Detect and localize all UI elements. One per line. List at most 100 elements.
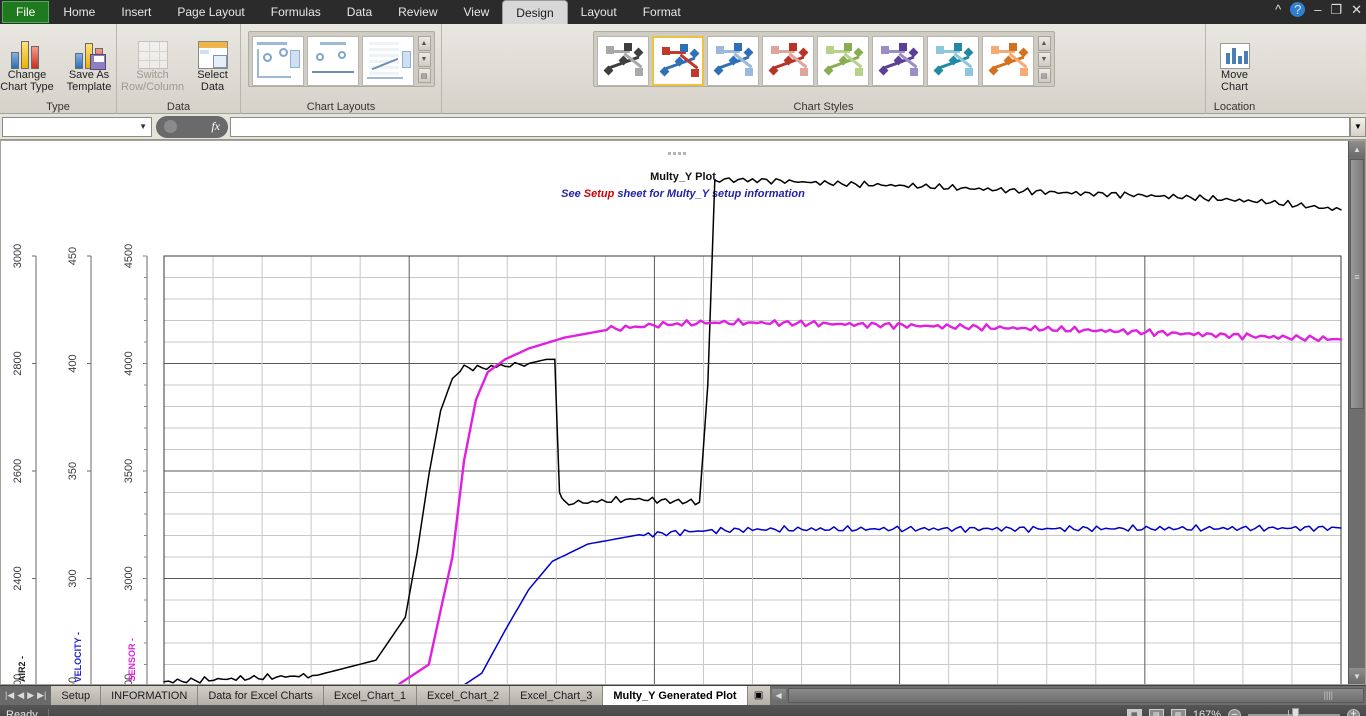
- sheet-tab-setup[interactable]: Setup: [51, 686, 102, 705]
- axis-tick-label: 4500: [123, 244, 135, 268]
- sheet-tab-label: Excel_Chart_1: [333, 689, 407, 702]
- chart-style-2[interactable]: [651, 36, 704, 86]
- formula-input[interactable]: [230, 116, 1350, 137]
- select-data-button[interactable]: Select Data: [188, 29, 238, 97]
- chart-styles-more-icon[interactable]: ▤: [1037, 68, 1051, 83]
- move-chart-button[interactable]: Move Chart: [1205, 29, 1265, 97]
- ribbon-group-chart-styles: ▲ ▼ ▤ Chart Styles: [441, 24, 1205, 114]
- insert-worksheet-icon[interactable]: ▣: [747, 686, 770, 705]
- chart-style-6[interactable]: [871, 36, 924, 86]
- chart-style-7[interactable]: [926, 36, 979, 86]
- axis-title-air2: AIR2 -: [17, 655, 27, 682]
- zoom-in-icon[interactable]: +: [1347, 708, 1360, 716]
- tab-view[interactable]: View: [451, 0, 503, 24]
- tab-layout[interactable]: Layout: [568, 0, 630, 24]
- tab-page-layout[interactable]: Page Layout: [164, 0, 257, 24]
- scroll-left-icon[interactable]: ◀: [771, 688, 786, 703]
- zoom-level[interactable]: 167%: [1193, 709, 1221, 716]
- chart-styles-scroll-up-icon[interactable]: ▲: [1037, 36, 1051, 51]
- vertical-scrollbar-thumb[interactable]: [1350, 159, 1364, 409]
- chart-style-5[interactable]: [816, 36, 869, 86]
- axis-tick-label: 2400: [12, 566, 24, 590]
- sheet-tab-information[interactable]: INFORMATION: [101, 686, 199, 705]
- switch-row-column-label-2: Row/Column: [121, 81, 184, 93]
- sheet-tab-excel-chart-3[interactable]: Excel_Chart_3: [510, 686, 604, 705]
- collapse-ribbon-icon[interactable]: ^: [1275, 3, 1281, 16]
- chart-style-3[interactable]: [706, 36, 759, 86]
- axis-tick-label: 4000: [123, 351, 135, 375]
- name-box-chevron-down-icon[interactable]: ▼: [139, 122, 147, 131]
- status-right-group: ▦ ▤ ▥ 167% – +: [1126, 708, 1360, 716]
- zoom-slider-thumb[interactable]: [1292, 708, 1299, 716]
- restore-icon[interactable]: ❐: [1330, 3, 1342, 16]
- next-sheet-icon[interactable]: ▶: [27, 690, 34, 701]
- close-icon[interactable]: ✕: [1351, 3, 1362, 16]
- sheet-tabs[interactable]: Setup INFORMATION Data for Excel Charts Exc…: [51, 686, 748, 705]
- tab-home[interactable]: Home: [50, 0, 108, 24]
- window-controls: ^ ? – ❐ ✕: [1275, 2, 1362, 17]
- page-layout-view-icon[interactable]: ▤: [1148, 708, 1164, 716]
- status-mode: Ready: [6, 709, 49, 716]
- tab-review[interactable]: Review: [385, 0, 450, 24]
- chart-layouts-scroll-buttons[interactable]: ▲ ▼ ▤: [417, 36, 431, 83]
- zoom-out-icon[interactable]: –: [1228, 708, 1241, 716]
- minimize-icon[interactable]: –: [1314, 3, 1321, 16]
- tab-file[interactable]: File: [2, 1, 50, 23]
- page-break-view-icon[interactable]: ▥: [1170, 708, 1186, 716]
- sheet-tab-excel-chart-2[interactable]: Excel_Chart_2: [417, 686, 511, 705]
- sheet-tab-excel-chart-1[interactable]: Excel_Chart_1: [323, 686, 418, 705]
- switch-row-column-icon: [137, 33, 168, 69]
- chart-layout-thumb-2[interactable]: [306, 36, 359, 86]
- insert-function-button[interactable]: fx: [156, 115, 228, 138]
- ribbon-group-location-label: Location: [1213, 101, 1256, 113]
- sheet-nav-buttons[interactable]: |◀ ◀ ▶ ▶|: [0, 686, 52, 705]
- sheet-tab-label: Multy_Y Generated Plot: [613, 689, 737, 702]
- chart-layout-thumb-1[interactable]: [251, 36, 304, 86]
- chart-style-4[interactable]: [761, 36, 814, 86]
- name-box[interactable]: ▼: [2, 116, 152, 137]
- tab-design[interactable]: Design: [502, 0, 568, 24]
- chart-styles-scroll-buttons[interactable]: ▲ ▼ ▤: [1037, 36, 1051, 83]
- change-chart-type-label-2: Chart Type: [0, 81, 54, 93]
- ribbon-group-type: Change Chart Type Save As Template Type: [0, 24, 116, 114]
- save-as-template-button[interactable]: Save As Template: [59, 29, 119, 97]
- chart-styles-gallery[interactable]: ▲ ▼ ▤: [592, 31, 1055, 87]
- chart-layouts-gallery[interactable]: ▲ ▼ ▤: [247, 31, 435, 87]
- sheet-tab-label: INFORMATION: [111, 689, 188, 702]
- tab-format[interactable]: Format: [630, 0, 694, 24]
- axis-tick-label: 450: [67, 247, 79, 265]
- horizontal-scrollbar-track[interactable]: [787, 688, 1364, 703]
- sheet-tab-data-for-excel-charts[interactable]: Data for Excel Charts: [198, 686, 324, 705]
- previous-sheet-icon[interactable]: ◀: [17, 690, 24, 701]
- expand-formula-bar-icon[interactable]: ▼: [1350, 116, 1366, 137]
- change-chart-type-button[interactable]: Change Chart Type: [0, 29, 57, 97]
- save-as-template-label-2: Template: [66, 81, 112, 93]
- chart-layouts-scroll-up-icon[interactable]: ▲: [417, 36, 431, 51]
- switch-row-column-button[interactable]: Switch Row/Column: [120, 29, 186, 97]
- vertical-scrollbar[interactable]: ▲ ▼: [1348, 141, 1365, 684]
- axis-tick-label: 3000: [123, 566, 135, 590]
- chart-style-1[interactable]: [596, 36, 649, 86]
- chart-style-8[interactable]: [981, 36, 1034, 86]
- ribbon-group-data: Switch Row/Column Select Data Data: [116, 24, 240, 114]
- first-sheet-icon[interactable]: |◀: [5, 690, 14, 701]
- axis-tick-label: 300: [67, 569, 79, 587]
- sheet-tab-label: Setup: [61, 689, 91, 702]
- scroll-up-icon[interactable]: ▲: [1349, 141, 1365, 157]
- ribbon-group-data-label: Data: [166, 101, 191, 113]
- chart-layouts-more-icon[interactable]: ▤: [417, 68, 431, 83]
- sheet-tab-multy-y-generated-plot[interactable]: Multy_Y Generated Plot: [603, 686, 748, 705]
- normal-view-icon[interactable]: ▦: [1126, 708, 1142, 716]
- chart-styles-scroll-down-icon[interactable]: ▼: [1037, 52, 1051, 67]
- tab-data[interactable]: Data: [334, 0, 385, 24]
- scroll-down-icon[interactable]: ▼: [1349, 668, 1365, 684]
- last-sheet-icon[interactable]: ▶|: [37, 690, 46, 701]
- tab-formulas[interactable]: Formulas: [258, 0, 334, 24]
- tab-insert[interactable]: Insert: [108, 0, 164, 24]
- chart-layouts-scroll-down-icon[interactable]: ▼: [417, 52, 431, 67]
- chart-object[interactable]: Multy_Y Plot See Setup sheet for Multy_Y…: [1, 141, 1365, 684]
- fx-icon: fx: [211, 119, 220, 133]
- chart-layout-thumb-3[interactable]: [361, 36, 414, 86]
- horizontal-scrollbar[interactable]: ◀: [769, 686, 1366, 705]
- help-icon[interactable]: ?: [1290, 2, 1306, 17]
